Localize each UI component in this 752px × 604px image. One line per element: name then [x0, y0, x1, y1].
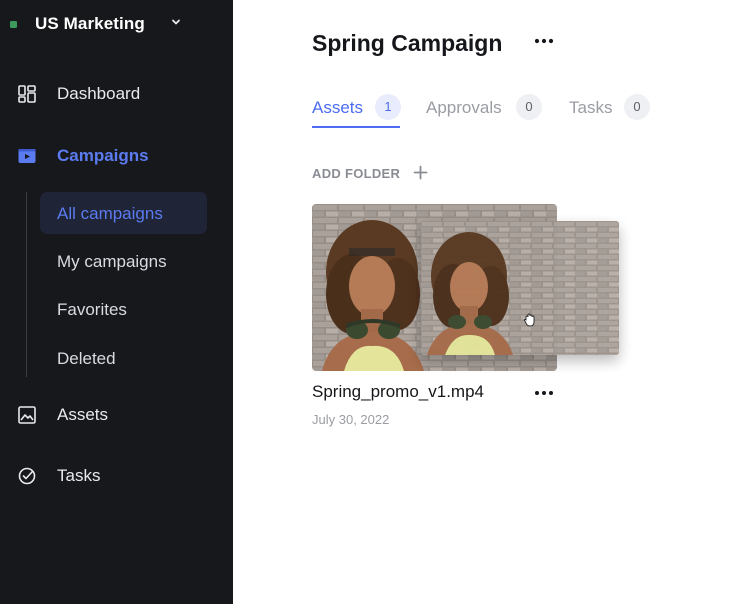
asset-thumbnail[interactable] [312, 204, 619, 371]
tab-count-badge: 0 [624, 94, 650, 120]
add-folder-button[interactable]: ADD FOLDER [312, 164, 442, 184]
tab-label: Approvals [426, 98, 502, 117]
tab-active-underline [312, 126, 400, 128]
workspace-status-dot [10, 21, 17, 28]
tab-count-badge: 0 [516, 94, 542, 120]
grab-hand-icon [523, 313, 535, 327]
asset-drag-preview [421, 221, 619, 355]
tab-count-badge: 1 [375, 94, 401, 120]
sidebar-subitem-label: Favorites [57, 300, 127, 319]
sidebar-item-label: Campaigns [57, 146, 149, 165]
sidebar-item-label: Dashboard [57, 84, 141, 103]
tab-bar: Assets 1 Approvals 0 Tasks 0 [312, 94, 712, 130]
sidebar-subitem-label: All campaigns [57, 204, 163, 223]
sidebar-subitem-label: My campaigns [57, 252, 167, 271]
chevron-down-icon[interactable] [170, 16, 182, 28]
sidebar-subitem-label: Deleted [57, 349, 116, 368]
workspace-switcher[interactable]: US Marketing [0, 0, 233, 48]
sidebar-subitem-deleted[interactable]: Deleted [40, 337, 207, 379]
more-horizontal-icon[interactable] [530, 28, 558, 54]
workspace-name: US Marketing [35, 14, 145, 33]
image-icon [18, 406, 36, 424]
campaigns-icon [18, 149, 36, 163]
more-horizontal-icon[interactable] [530, 382, 558, 404]
dashboard-icon [18, 85, 36, 103]
tab-tasks[interactable]: Tasks 0 [569, 94, 659, 130]
sidebar: US Marketing Dashboard Campaigns All cam… [0, 0, 233, 604]
tab-approvals[interactable]: Approvals 0 [426, 94, 546, 130]
main-content: Spring Campaign Assets 1 Approvals 0 Tas… [233, 0, 752, 604]
tab-label: Assets [312, 98, 364, 117]
plus-icon [413, 165, 428, 180]
tab-assets[interactable]: Assets 1 [312, 94, 402, 130]
asset-date: July 30, 2022 [312, 412, 390, 427]
sidebar-item-assets[interactable]: Assets [0, 397, 233, 433]
sidebar-item-campaigns[interactable]: Campaigns [0, 138, 233, 174]
sidebar-item-tasks[interactable]: Tasks [0, 458, 233, 494]
submenu-guide-line [26, 192, 27, 377]
sidebar-item-dashboard[interactable]: Dashboard [0, 76, 233, 112]
tab-label: Tasks [569, 98, 613, 117]
asset-card: Spring_promo_v1.mp4 July 30, 2022 [312, 204, 619, 434]
sidebar-item-label: Assets [57, 405, 109, 424]
page-title: Spring Campaign [312, 30, 503, 56]
sidebar-subitem-favorites[interactable]: Favorites [40, 288, 207, 330]
asset-file-name[interactable]: Spring_promo_v1.mp4 [312, 382, 484, 402]
sidebar-subitem-all-campaigns[interactable]: All campaigns [40, 192, 207, 234]
sidebar-subitem-my-campaigns[interactable]: My campaigns [40, 240, 207, 282]
check-circle-icon [18, 467, 36, 485]
sidebar-item-label: Tasks [57, 466, 101, 485]
add-folder-label: ADD FOLDER [312, 166, 401, 181]
